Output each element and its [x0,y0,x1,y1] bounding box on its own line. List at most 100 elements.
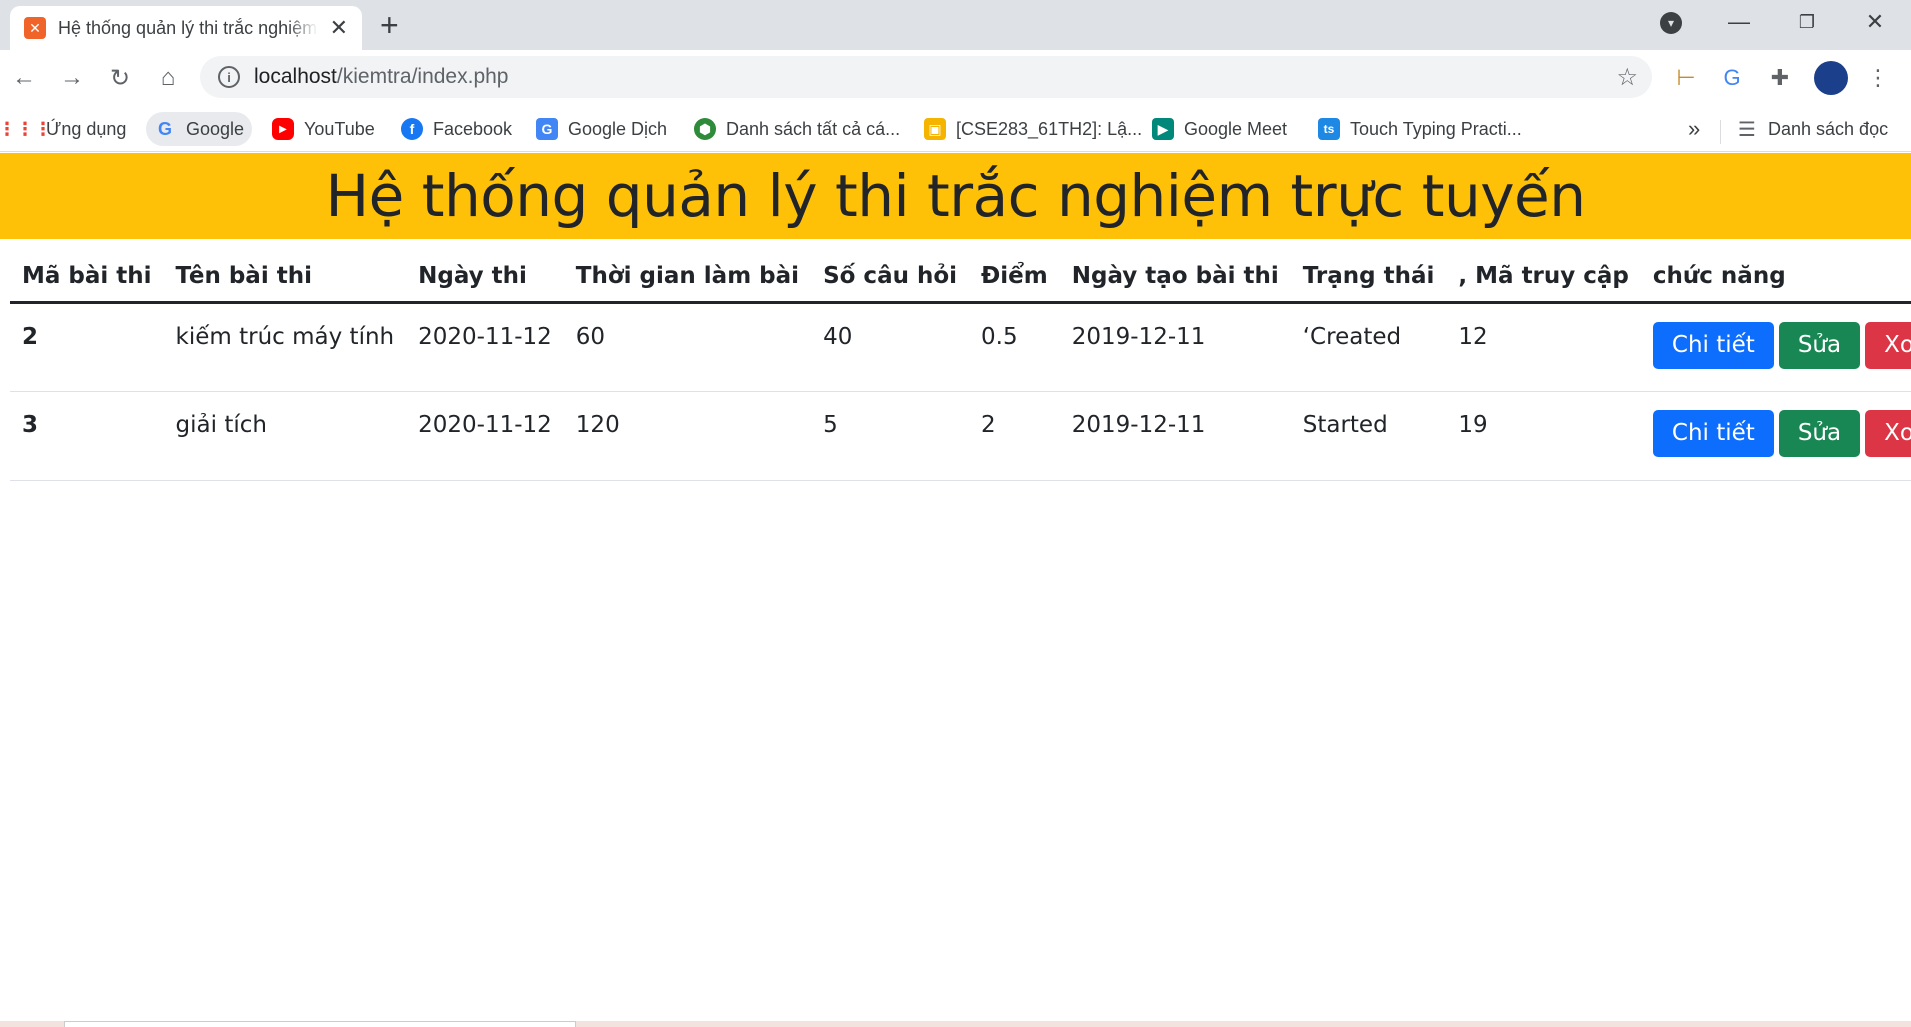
column-header: Số câu hỏi [811,253,970,304]
bookmark-apps[interactable]: ⋮⋮⋮ Ứng dụng [0,112,134,146]
extension-translate-icon[interactable]: G [1716,62,1748,94]
classroom-icon: ▣ [924,118,946,140]
bookmark-facebook[interactable]: f Facebook [393,112,520,146]
cell-duration: 60 [563,302,812,392]
url-path: /kiemtra/index.php [336,65,509,88]
bookmark-label: Google Dịch [568,118,668,139]
cell-status: Started [1290,391,1447,481]
column-header: Ngày tạo bài thi [1059,253,1291,304]
profile-avatar[interactable] [1814,61,1848,95]
cell-access-code: 19 [1446,391,1641,481]
bookmark-label: Touch Typing Practi... [1350,118,1522,139]
table-row: 3 giải tích 2020-11-12 120 5 2 2019-12-1… [10,391,1911,481]
back-icon[interactable]: ← [8,62,40,94]
xampp-favicon-icon: ✕ [24,17,46,39]
new-tab-icon[interactable]: + [380,8,399,42]
bookmark-google-meet[interactable]: ▶ Google Meet [1144,112,1295,146]
bookmark-danh-sach[interactable]: ⬢ Danh sách tất cả cá... [686,112,908,146]
table-header-row: Mã bài thi Tên bài thi Ngày thi Thời gia… [10,253,1911,304]
exam-table: Mã bài thi Tên bài thi Ngày thi Thời gia… [10,253,1911,481]
bookmark-youtube[interactable]: ▶ YouTube [264,112,383,146]
window-close-icon[interactable]: ✕ [1843,0,1907,44]
detail-button[interactable]: Chi tiết [1652,410,1774,457]
column-header: Tên bài thi [163,253,407,304]
cell-date: 2020-11-12 [406,391,564,481]
cell-id: 3 [10,391,164,481]
bookmarks-bar: ⋮⋮⋮ Ứng dụng G Google ▶ YouTube f Facebo… [0,106,1911,152]
cell-duration: 120 [563,391,812,481]
column-header: , Mã truy cập [1446,253,1641,304]
bookmark-label: YouTube [304,118,375,139]
bookmark-label: Facebook [433,118,513,139]
more-bookmarks-icon[interactable]: » [1688,116,1700,142]
page-title: Hệ thống quản lý thi trắc nghiệm trực tu… [325,162,1586,230]
bookmarks-divider [1720,120,1721,144]
bookmark-google[interactable]: G Google [146,112,253,146]
google-meet-icon: ▶ [1152,118,1174,140]
google-icon: G [157,118,172,139]
edit-button[interactable]: Sửa [1778,410,1861,457]
browser-tab[interactable]: ✕ Hệ thống quản lý thi trắc nghiệm trực … [10,6,362,50]
column-header: Thời gian làm bài [563,253,812,304]
reload-icon[interactable]: ↻ [104,62,136,94]
bookmark-touch-typing[interactable]: ts Touch Typing Practi... [1310,112,1530,146]
cell-access-code: 12 [1446,302,1641,392]
delete-button[interactable]: Xoá [1865,322,1911,369]
cell-id: 2 [10,302,164,392]
cell-score: 2 [969,391,1060,481]
youtube-icon: ▶ [272,118,294,140]
bookmark-label: Google [186,118,245,139]
tab-close-icon[interactable]: ✕ [330,15,348,41]
page-content: Hệ thống quản lý thi trắc nghiệm trực tu… [0,153,1911,1021]
url-text[interactable]: localhost/kiemtra/index.php [254,65,508,89]
cell-questions: 5 [811,391,970,481]
tab-title: Hệ thống quản lý thi trắc nghiệm trực tu… [58,17,318,38]
home-icon[interactable]: ⌂ [152,62,184,94]
table-row: 2 kiếm trúc máy tính 2020-11-12 60 40 0.… [10,302,1911,392]
bookmark-label: Danh sách tất cả cá... [726,118,901,139]
column-header: Mã bài thi [10,253,164,304]
google-translate-icon: G [536,118,558,140]
bookmark-classroom[interactable]: ▣ [CSE283_61TH2]: Lậ... [916,112,1150,146]
column-header: chức năng [1640,253,1911,304]
column-header: Trạng thái [1290,253,1447,304]
tab-search-icon[interactable]: ▾ [1660,12,1682,34]
minimize-icon[interactable]: — [1707,0,1771,44]
cell-name: kiếm trúc máy tính [163,302,407,392]
cell-score: 0.5 [969,302,1060,392]
cell-name: giải tích [163,391,407,481]
restore-icon[interactable]: ❐ [1775,0,1839,44]
browser-menu-icon[interactable]: ⋮ [1862,62,1894,94]
forward-icon[interactable]: → [56,62,88,94]
edit-button[interactable]: Sửa [1778,322,1861,369]
bookmark-google-translate[interactable]: G Google Dịch [528,112,675,146]
cell-created: 2019-12-11 [1059,391,1291,481]
bookmark-star-icon[interactable]: ☆ [1616,63,1638,92]
cell-actions: Chi tiếtSửaXoá [1640,302,1911,392]
bookmark-label: Ứng dụng [46,118,127,139]
facebook-icon: f [401,118,423,140]
reading-list-button[interactable]: ☰ Danh sách đọc [1728,112,1896,146]
site-info-icon[interactable]: i [218,66,240,88]
browser-tabstrip: ✕ Hệ thống quản lý thi trắc nghiệm trực … [0,0,1911,50]
address-bar[interactable]: i localhost/kiemtra/index.php ☆ [200,56,1652,98]
typing-ts-icon: ts [1318,118,1340,140]
reading-list-label: Danh sách đọc [1768,118,1889,139]
page-banner: Hệ thống quản lý thi trắc nghiệm trực tu… [0,153,1911,239]
apps-grid-icon: ⋮⋮⋮ [0,118,52,139]
browser-toolbar: ← → ↻ ⌂ i localhost/kiemtra/index.php ☆ … [0,50,1911,106]
column-header: Ngày thi [406,253,564,304]
cell-date: 2020-11-12 [406,302,564,392]
cell-actions: Chi tiếtSửaXoá [1640,391,1911,481]
delete-button[interactable]: Xoá [1865,410,1911,457]
green-ball-icon: ⬢ [694,118,716,140]
extensions-puzzle-icon[interactable]: ✚ [1764,62,1796,94]
cell-created: 2019-12-11 [1059,302,1291,392]
detail-button[interactable]: Chi tiết [1652,322,1774,369]
extension-ruler-icon[interactable]: ⊢ [1670,62,1702,94]
cell-status: ‘Created [1290,302,1447,392]
bookmark-label: Google Meet [1184,118,1288,139]
taskbar-segment [64,1021,576,1027]
bookmark-label: [CSE283_61TH2]: Lậ... [956,118,1143,139]
reading-list-icon: ☰ [1738,118,1756,141]
